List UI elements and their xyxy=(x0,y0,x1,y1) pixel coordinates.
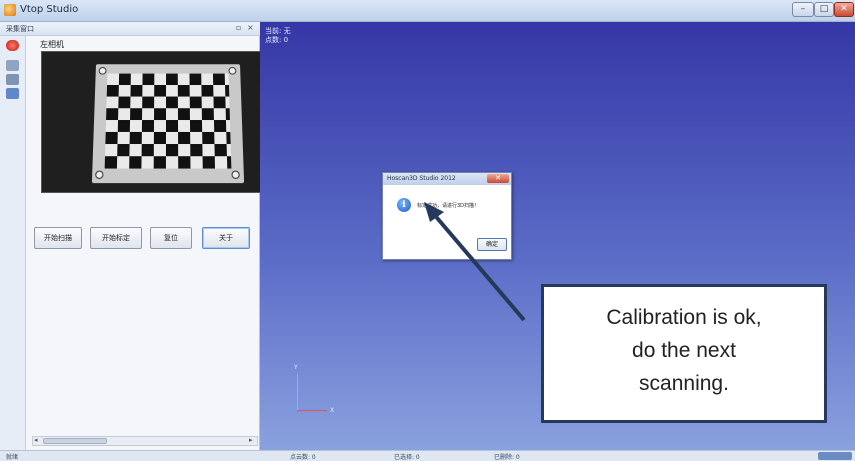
dialog-close-button[interactable]: ✕ xyxy=(487,174,509,183)
start-calibration-button[interactable]: 开始标定 xyxy=(90,227,142,249)
maximize-button[interactable]: □ xyxy=(814,2,834,17)
callout-line-1: Calibration is ok, xyxy=(606,306,762,329)
y-axis-label: Y xyxy=(294,364,298,371)
title-bar: Vtop Studio – □ ✕ xyxy=(0,0,855,22)
current-line: 当前: 无 xyxy=(265,27,291,35)
system-tray-icon xyxy=(818,452,852,460)
tools-icon[interactable] xyxy=(6,88,19,99)
status-selected: 已选择: 0 xyxy=(394,454,420,461)
about-button[interactable]: 关于 xyxy=(202,227,250,249)
panel-close-button[interactable]: × xyxy=(247,23,254,32)
y-axis-line xyxy=(297,374,298,410)
status-deleted: 已删除: 0 xyxy=(494,454,520,461)
board-marker xyxy=(98,67,107,75)
status-points: 点云数: 0 xyxy=(290,454,316,461)
panel-title: 采集窗口 xyxy=(6,25,34,33)
horizontal-scrollbar[interactable]: ◂ ▸ xyxy=(32,436,258,446)
calibration-board-image xyxy=(91,64,245,184)
left-toolbar xyxy=(0,22,26,450)
start-scan-button[interactable]: 开始扫描 xyxy=(34,227,82,249)
annotation-callout: Calibration is ok, do the next scanning. xyxy=(541,284,827,423)
panel-header: 采集窗口 ▫ × xyxy=(0,22,260,36)
board-marker xyxy=(231,170,240,179)
app-icon xyxy=(4,4,16,16)
message-dialog: Hoscan3D Studio 2012 ✕ i 标定成功，请进行3D扫描！ 确… xyxy=(382,172,512,260)
record-icon[interactable] xyxy=(6,40,19,51)
callout-line-2: do the next xyxy=(632,339,736,362)
dialog-body: i 标定成功，请进行3D扫描！ 确定 xyxy=(383,185,511,259)
camera-label: 左相机 xyxy=(40,40,64,49)
dialog-title-bar: Hoscan3D Studio 2012 ✕ xyxy=(383,173,511,185)
scroll-right-icon[interactable]: ▸ xyxy=(249,436,253,444)
points-line: 点数: 0 xyxy=(265,36,289,44)
capture-panel: 采集窗口 ▫ × 左相机 开始扫描 开始标定 复位 关于 ◂ ▸ xyxy=(0,22,262,450)
monitor-icon[interactable] xyxy=(6,74,19,85)
camera-preview xyxy=(41,51,262,193)
status-bar: 就绪 点云数: 0 已选择: 0 已删除: 0 xyxy=(0,450,855,461)
reset-button[interactable]: 复位 xyxy=(150,227,192,249)
viewport-info: 当前: 无 点数: 0 xyxy=(265,27,291,45)
info-icon: i xyxy=(397,198,411,212)
dialog-ok-button[interactable]: 确定 xyxy=(477,238,507,251)
board-marker xyxy=(228,67,237,75)
x-axis-line xyxy=(297,410,327,411)
callout-line-3: scanning. xyxy=(639,372,729,395)
panel-pin-button[interactable]: ▫ xyxy=(236,23,241,32)
status-ready: 就绪 xyxy=(6,454,19,461)
scrollbar-thumb[interactable] xyxy=(43,438,107,444)
camera-icon[interactable] xyxy=(6,60,19,71)
app-title: Vtop Studio xyxy=(20,4,79,15)
close-button[interactable]: ✕ xyxy=(834,2,854,17)
scroll-left-icon[interactable]: ◂ xyxy=(34,436,38,444)
minimize-button[interactable]: – xyxy=(792,2,814,17)
x-axis-label: X xyxy=(330,407,335,414)
checkerboard-pattern xyxy=(104,73,232,169)
dialog-message: 标定成功，请进行3D扫描！ xyxy=(417,203,480,209)
board-marker xyxy=(95,170,104,179)
dialog-title: Hoscan3D Studio 2012 xyxy=(387,175,456,182)
callout-text: Calibration is ok, do the next scanning. xyxy=(544,301,824,400)
